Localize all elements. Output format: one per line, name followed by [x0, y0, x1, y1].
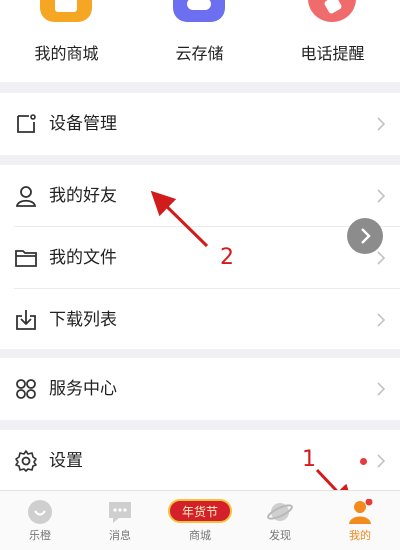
- menu-item-label: 设备管理: [49, 114, 117, 134]
- menu-item-service-center[interactable]: 服务中心: [0, 358, 400, 420]
- planet-icon: [267, 503, 293, 521]
- chevron-right-icon: [377, 117, 386, 131]
- shop-icon: [40, 0, 92, 22]
- tab-label: 发现: [269, 529, 291, 542]
- gear-icon: [15, 450, 37, 472]
- menu-item-my-friends[interactable]: 我的好友: [0, 165, 400, 227]
- chevron-right-icon: [377, 454, 386, 468]
- chevron-right-icon: [361, 228, 371, 244]
- shortcut-label: 云存储: [175, 44, 224, 63]
- menu-item-label: 我的好友: [49, 186, 117, 206]
- chevron-right-icon: [377, 189, 386, 203]
- chevron-right-icon: [377, 382, 386, 396]
- shortcut-bar: 我的商城 云存储 电话提醒: [0, 0, 400, 82]
- settings-section: 设置: [0, 430, 400, 490]
- menu-item-label: 服务中心: [49, 379, 117, 399]
- cloud-storage-icon: [173, 0, 225, 22]
- tab-me[interactable]: 我的: [320, 491, 400, 550]
- notification-dot: [360, 458, 367, 465]
- tab-messages[interactable]: 消息: [80, 491, 160, 550]
- personal-section: 我的好友 我的文件 下载列表: [0, 165, 400, 349]
- menu-item-label: 设置: [49, 451, 83, 471]
- device-icon: [17, 114, 36, 133]
- tab-label: 我的: [349, 529, 371, 542]
- tab-lecheng[interactable]: 乐橙: [0, 491, 80, 550]
- menu-item-settings[interactable]: 设置: [0, 430, 400, 492]
- menu-item-my-files[interactable]: 我的文件: [0, 227, 400, 289]
- shortcut-label: 我的商城: [34, 44, 99, 63]
- tab-mall[interactable]: 年货节 商城: [160, 491, 240, 550]
- folder-icon: [15, 250, 37, 267]
- festival-banner-text: 年货节: [181, 505, 218, 519]
- shortcut-phone-reminder[interactable]: 电话提醒: [266, 0, 399, 82]
- festival-banner-icon: 年货节: [168, 499, 232, 523]
- tab-discover[interactable]: 发现: [240, 491, 320, 550]
- chevron-right-icon: [377, 313, 386, 327]
- menu-item-device-management[interactable]: 设备管理: [0, 93, 400, 155]
- annotation-number-1: 1: [302, 447, 316, 472]
- me-icon: [349, 499, 373, 524]
- message-icon: [109, 502, 131, 523]
- annotation-number-2: 2: [220, 245, 234, 270]
- device-section: 设备管理: [0, 93, 400, 155]
- menu-item-label: 下载列表: [49, 310, 117, 330]
- shortcut-cloud-storage[interactable]: 云存储: [133, 0, 266, 82]
- user-icon: [15, 186, 37, 207]
- service-icon: [16, 379, 36, 399]
- tab-label: 商城: [189, 529, 211, 542]
- menu-item-download-list[interactable]: 下载列表: [0, 289, 400, 351]
- tab-label: 乐橙: [29, 529, 51, 542]
- service-section: 服务中心: [0, 358, 400, 420]
- phone-icon: [308, 0, 356, 22]
- bottom-tab-bar: 乐橙 消息 年货节 商城 发现 我的: [0, 490, 400, 550]
- menu-item-label: 我的文件: [49, 248, 117, 268]
- floating-assistant-button[interactable]: [347, 218, 383, 254]
- download-icon: [16, 310, 36, 330]
- shortcut-my-shop[interactable]: 我的商城: [0, 0, 133, 82]
- shortcut-label: 电话提醒: [300, 44, 365, 63]
- smile-icon: [28, 500, 52, 524]
- tab-label: 消息: [109, 529, 131, 542]
